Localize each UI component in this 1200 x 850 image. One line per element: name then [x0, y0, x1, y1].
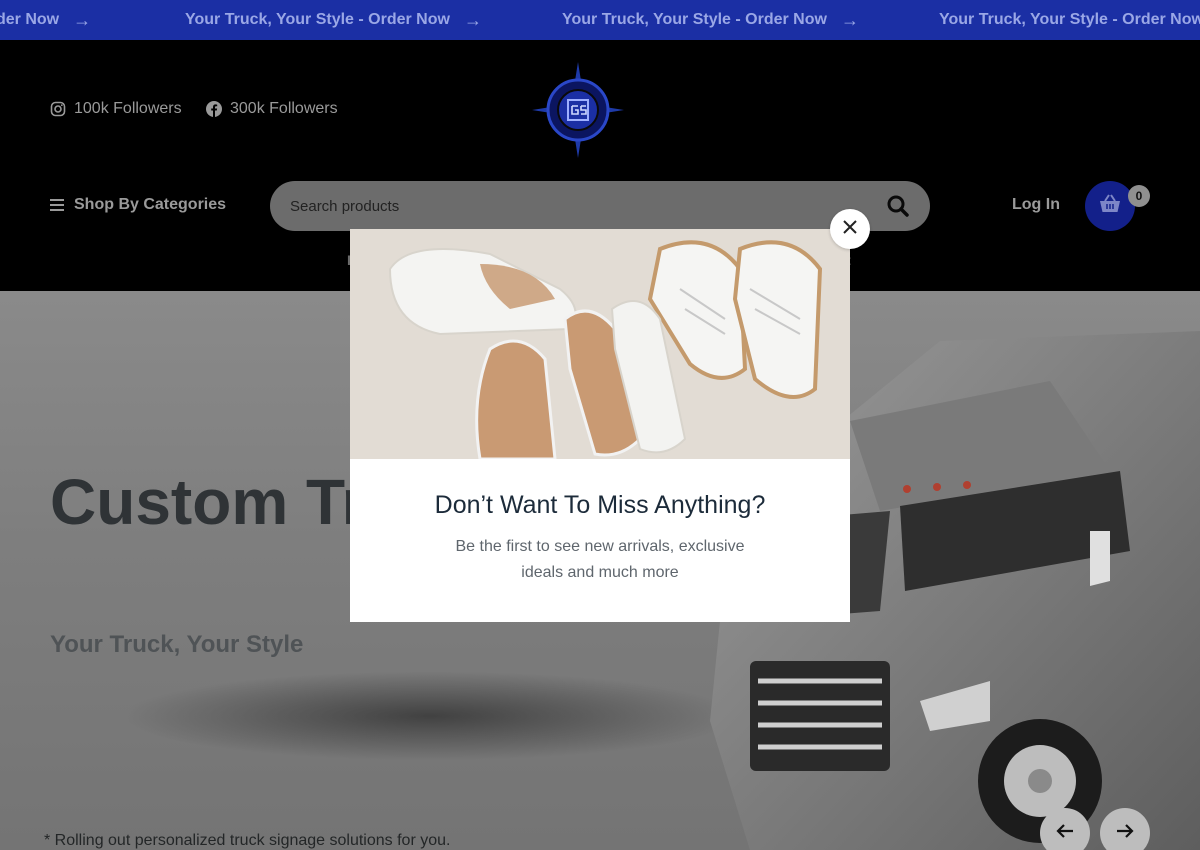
brand-logo[interactable] [530, 60, 626, 160]
arrow-right-icon [1116, 823, 1134, 844]
arrow-right-icon: → [73, 9, 92, 30]
instagram-link[interactable]: 100k Followers [50, 100, 182, 118]
basket-icon [1099, 193, 1121, 219]
instagram-icon [50, 101, 66, 117]
announcement-text: Your Truck, Your Style - Order Now [562, 11, 827, 28]
popup-close-button[interactable] [830, 209, 870, 249]
cart-count-badge: 0 [1128, 185, 1150, 207]
hero-shadow [120, 671, 740, 761]
hero-subtitle: Your Truck, Your Style [50, 631, 304, 658]
login-link[interactable]: Log In [1012, 196, 1060, 214]
close-icon [843, 219, 857, 239]
announcement-item[interactable]: der Now → [0, 0, 91, 40]
shop-by-categories-label: Shop By Categories [74, 196, 227, 213]
arrow-right-icon: → [463, 9, 482, 30]
announcement-item[interactable]: Your Truck, Your Style - Order Now → [562, 0, 859, 40]
instagram-followers: 100k Followers [74, 100, 182, 117]
popup-shoes-image [350, 229, 850, 459]
announcement-text: Your Truck, Your Style - Order Now [185, 11, 450, 28]
shop-by-categories-button[interactable]: Shop By Categories [50, 196, 226, 214]
facebook-followers: 300k Followers [230, 100, 338, 117]
newsletter-popup: Don’t Want To Miss Anything? Be the firs… [350, 229, 850, 622]
slider-next-button[interactable] [1100, 808, 1150, 850]
facebook-icon [206, 101, 222, 117]
popup-title: Don’t Want To Miss Anything? [434, 491, 766, 519]
hero-note: * Rolling out personalized truck signage… [44, 832, 451, 849]
search-icon[interactable] [886, 194, 910, 218]
slider-prev-button[interactable] [1040, 808, 1090, 850]
announcement-text: Your Truck, Your Style - Order Now [939, 11, 1200, 28]
popup-description: Be the first to see new arrivals, exclus… [455, 538, 745, 581]
arrow-left-icon [1056, 823, 1074, 844]
announcement-item[interactable]: Your Truck, Your Style - Order Now → [185, 0, 482, 40]
facebook-link[interactable]: 300k Followers [206, 100, 338, 118]
menu-icon [50, 199, 64, 211]
announcement-text: der Now [0, 11, 60, 28]
announcement-bar: der Now → Your Truck, Your Style - Order… [0, 0, 1200, 40]
announcement-item[interactable]: Your Truck, Your Style - Order Now [939, 0, 1200, 40]
arrow-right-icon: → [840, 9, 859, 30]
search-input[interactable] [290, 197, 886, 215]
cart-button[interactable] [1085, 181, 1135, 231]
